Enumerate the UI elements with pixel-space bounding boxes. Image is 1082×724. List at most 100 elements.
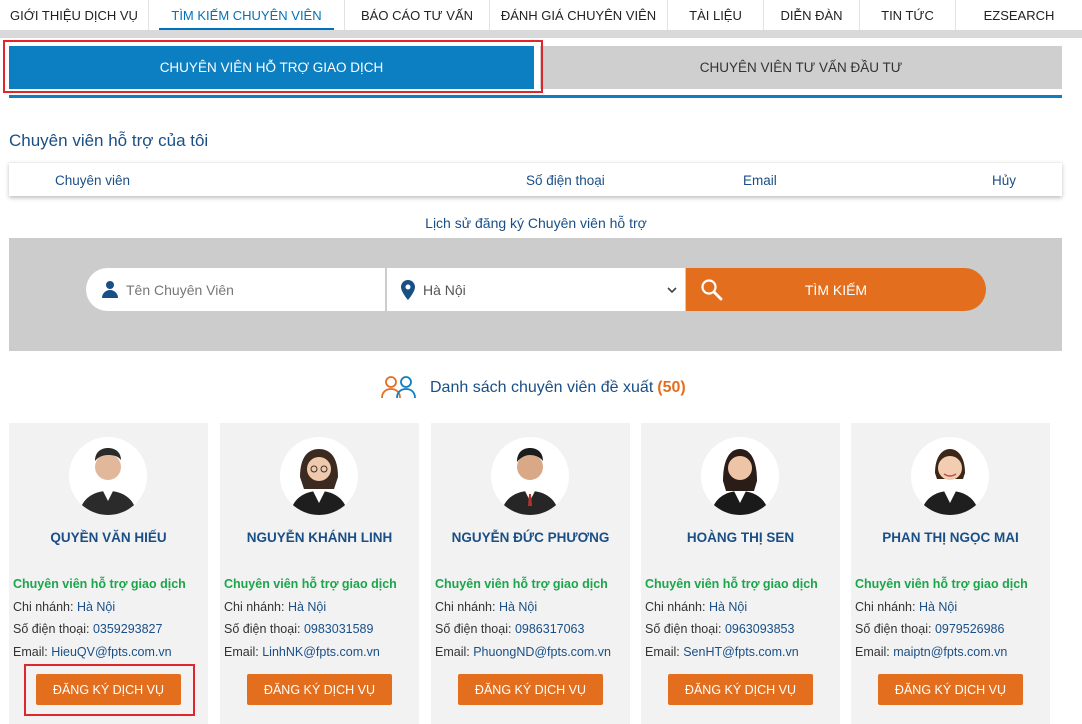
email-line: Email: maiptn@fpts.com.vn xyxy=(855,645,1007,659)
specialist-role: Chuyên viên hỗ trợ giao dịch xyxy=(435,577,608,591)
nav-item-forum[interactable]: DIỄN ĐÀN xyxy=(763,0,859,30)
recommended-count: (50) xyxy=(657,379,686,396)
chevron-down-icon xyxy=(667,286,677,293)
search-button-label: TÌM KIẾM xyxy=(804,281,868,298)
avatar xyxy=(69,437,147,515)
recommended-list-title: Danh sách chuyên viên đề xuất xyxy=(430,379,654,396)
email-value: HieuQV@fpts.com.vn xyxy=(51,645,172,659)
specialist-name: QUYỀN VĂN HIẾU xyxy=(50,530,167,545)
specialist-card: NGUYỄN KHÁNH LINH Chuyên viên hỗ trợ gia… xyxy=(220,423,419,724)
column-phone: Số điện thoại xyxy=(526,173,605,188)
recommended-list-header: Danh sách chuyên viên đề xuất (50) xyxy=(380,374,686,402)
specialist-name: PHAN THỊ NGỌC MAI xyxy=(882,530,1019,545)
specialist-name-input[interactable] xyxy=(126,281,366,298)
nav-item-find-specialist[interactable]: TÌM KIẾM CHUYÊN VIÊN xyxy=(148,0,344,30)
column-specialist: Chuyên viên xyxy=(55,173,131,188)
city-select[interactable]: Hà Nội xyxy=(386,268,685,311)
email-label: Email: xyxy=(645,645,680,659)
user-icon xyxy=(102,281,118,298)
phone-label: Số điện thoại: xyxy=(645,622,722,636)
branch-label: Chi nhánh: xyxy=(855,600,916,614)
email-label: Email: xyxy=(855,645,890,659)
phone-line: Số điện thoại: 0983031589 xyxy=(224,622,373,636)
branch-label: Chi nhánh: xyxy=(435,600,496,614)
nav-item-specialist-review[interactable]: ĐÁNH GIÁ CHUYÊN VIÊN xyxy=(489,0,667,30)
email-label: Email: xyxy=(224,645,259,659)
branch-label: Chi nhánh: xyxy=(224,600,285,614)
avatar xyxy=(280,437,358,515)
branch-line: Chi nhánh: Hà Nội xyxy=(13,600,115,614)
registration-history-link[interactable]: Lịch sử đăng ký Chuyên viên hỗ trợ xyxy=(0,215,1072,231)
column-cancel: Hủy xyxy=(992,173,1017,188)
specialist-role: Chuyên viên hỗ trợ giao dịch xyxy=(224,577,397,591)
register-service-button[interactable]: ĐĂNG KÝ DỊCH VỤ xyxy=(878,674,1023,705)
branch-value: Hà Nội xyxy=(76,600,116,614)
group-users-icon xyxy=(381,376,416,399)
branch-label: Chi nhánh: xyxy=(645,600,706,614)
column-email: Email xyxy=(743,173,777,188)
register-service-button[interactable]: ĐĂNG KÝ DỊCH VỤ xyxy=(668,674,813,705)
nav-item-news[interactable]: TIN TỨC xyxy=(859,0,955,30)
email-value: PhuongND@fpts.com.vn xyxy=(473,645,611,659)
phone-value: 0979526986 xyxy=(934,622,1005,636)
phone-label: Số điện thoại: xyxy=(435,622,512,636)
phone-line: Số điện thoại: 0963093853 xyxy=(645,622,794,636)
phone-label: Số điện thoại: xyxy=(224,622,301,636)
nav-item-service-intro[interactable]: GIỚI THIỆU DỊCH VỤ xyxy=(0,0,148,30)
phone-label: Số điện thoại: xyxy=(855,622,932,636)
branch-value: Hà Nội xyxy=(287,600,327,614)
city-select-value: Hà Nội xyxy=(423,281,466,298)
tab-investment-advisor[interactable]: CHUYÊN VIÊN TƯ VẤN ĐẦU TƯ xyxy=(540,46,1062,89)
email-value: maiptn@fpts.com.vn xyxy=(893,645,1008,659)
email-value: LinhNK@fpts.com.vn xyxy=(262,645,380,659)
nav-item-documents[interactable]: TÀI LIỆU xyxy=(667,0,763,30)
specialist-name: HOÀNG THỊ SEN xyxy=(686,530,795,545)
search-button[interactable]: TÌM KIẾM xyxy=(686,268,986,311)
email-label: Email: xyxy=(13,645,48,659)
branch-line: Chi nhánh: Hà Nội xyxy=(435,600,537,614)
branch-line: Chi nhánh: Hà Nội xyxy=(645,600,747,614)
register-button-highlight-box xyxy=(24,664,195,716)
nav-item-advisory-report[interactable]: BÁO CÁO TƯ VẤN xyxy=(344,0,489,30)
avatar xyxy=(491,437,569,515)
specialist-name: NGUYỄN KHÁNH LINH xyxy=(246,530,393,545)
specialist-card: HOÀNG THỊ SEN Chuyên viên hỗ trợ giao dị… xyxy=(641,423,840,724)
phone-label: Số điện thoại: xyxy=(13,622,90,636)
branch-label: Chi nhánh: xyxy=(13,600,74,614)
phone-value: 0983031589 xyxy=(303,622,374,636)
location-pin-icon xyxy=(401,279,415,300)
register-service-button[interactable]: ĐĂNG KÝ DỊCH VỤ xyxy=(247,674,392,705)
email-line: Email: SenHT@fpts.com.vn xyxy=(645,645,799,659)
top-navigation: GIỚI THIỆU DỊCH VỤ TÌM KIẾM CHUYÊN VIÊN … xyxy=(0,0,1082,30)
specialist-role: Chuyên viên hỗ trợ giao dịch xyxy=(645,577,818,591)
specialist-name-field[interactable] xyxy=(86,268,385,311)
specialist-role: Chuyên viên hỗ trợ giao dịch xyxy=(855,577,1028,591)
my-support-title: Chuyên viên hỗ trợ của tôi xyxy=(9,131,209,150)
register-service-button[interactable]: ĐĂNG KÝ DỊCH VỤ xyxy=(458,674,603,705)
avatar xyxy=(911,437,989,515)
phone-value: 0963093853 xyxy=(724,622,795,636)
email-line: Email: LinhNK@fpts.com.vn xyxy=(224,645,380,659)
email-line: Email: PhuongND@fpts.com.vn xyxy=(435,645,611,659)
branch-value: Hà Nội xyxy=(708,600,748,614)
specialist-name: NGUYỄN ĐỨC PHƯƠNG xyxy=(451,530,610,545)
email-line: Email: HieuQV@fpts.com.vn xyxy=(13,645,172,659)
specialist-card: NGUYỄN ĐỨC PHƯƠNG Chuyên viên hỗ trợ gia… xyxy=(431,423,630,724)
email-label: Email: xyxy=(435,645,470,659)
phone-line: Số điện thoại: 0359293827 xyxy=(13,622,162,636)
nav-item-ezsearch[interactable]: EZSEARCH xyxy=(955,0,1082,30)
phone-value: 0986317063 xyxy=(514,622,585,636)
avatar xyxy=(701,437,779,515)
branch-value: Hà Nội xyxy=(918,600,958,614)
email-value: SenHT@fpts.com.vn xyxy=(683,645,799,659)
branch-value: Hà Nội xyxy=(498,600,538,614)
specialist-card: PHAN THỊ NGỌC MAI Chuyên viên hỗ trợ gia… xyxy=(851,423,1050,724)
phone-line: Số điện thoại: 0979526986 xyxy=(855,622,1004,636)
tab-underline xyxy=(9,95,1062,98)
specialist-role: Chuyên viên hỗ trợ giao dịch xyxy=(13,577,186,591)
nav-divider-strip xyxy=(0,30,1082,38)
my-support-table-header: Chuyên viên Số điện thoại Email Hủy xyxy=(9,162,1062,196)
tab-highlight-box xyxy=(3,40,543,93)
branch-line: Chi nhánh: Hà Nội xyxy=(224,600,326,614)
phone-value: 0359293827 xyxy=(92,622,163,636)
